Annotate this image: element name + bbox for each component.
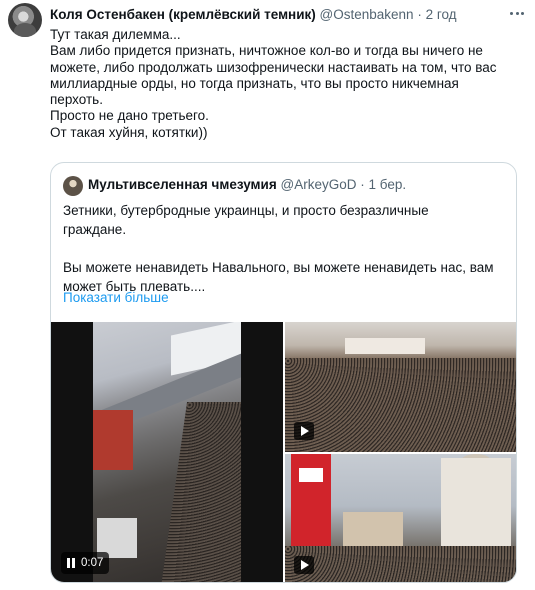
- author-avatar[interactable]: [8, 3, 42, 37]
- tweet[interactable]: Коля Остенбакен (кремлёвский темник) @Os…: [0, 0, 535, 590]
- video-thumbnail-3[interactable]: [285, 454, 516, 582]
- quoted-tweet-text: Зетники, бутербродные украинцы, и просто…: [63, 201, 503, 296]
- media-grid: 0:07: [51, 322, 516, 582]
- tweet-line: миллиардные орды, но тогда признать, что…: [50, 75, 459, 91]
- quoted-tweet-time[interactable]: 1 бер.: [369, 177, 407, 192]
- pause-icon[interactable]: [67, 558, 75, 568]
- show-more-link[interactable]: Показати більше: [63, 290, 169, 305]
- tweet-text: Тут такая дилемма... Вам либо придется п…: [50, 27, 520, 141]
- quoted-tweet-header: Мультивселенная чмезумия @ArkeyGoD · 1 б…: [88, 177, 406, 193]
- tweet-line: Вам либо придется признать, ничтожное ко…: [50, 43, 483, 59]
- quoted-line: граждане.: [63, 222, 127, 237]
- video-thumbnail-1[interactable]: 0:07: [51, 322, 283, 582]
- quoted-author-name[interactable]: Мультивселенная чмезумия: [88, 177, 277, 192]
- separator-dot: ·: [360, 177, 365, 192]
- quoted-line: Зетники, бутербродные украинцы, и просто…: [63, 203, 429, 218]
- video-thumbnail-2[interactable]: [285, 322, 516, 452]
- author-name[interactable]: Коля Остенбакен (кремлёвский темник): [50, 7, 316, 22]
- quoted-author-avatar[interactable]: [63, 176, 83, 196]
- tweet-line: перхоть.: [50, 92, 103, 108]
- quoted-tweet[interactable]: Мультивселенная чмезумия @ArkeyGoD · 1 б…: [50, 162, 517, 583]
- author-handle[interactable]: @Ostenbakenn: [320, 7, 414, 22]
- tweet-line: Тут такая дилемма...: [50, 27, 181, 42]
- quoted-line: Вы можете ненавидеть Навального, вы може…: [63, 260, 494, 275]
- tweet-line: От такая хуйня, котятки)): [50, 124, 208, 140]
- tweet-line: можете, либо продолжать шизофренически н…: [50, 59, 497, 75]
- tweet-line: Просто не дано третьего.: [50, 108, 209, 124]
- video-time: 0:07: [81, 557, 104, 569]
- video-controls[interactable]: 0:07: [61, 552, 110, 574]
- quoted-author-handle[interactable]: @ArkeyGoD: [280, 177, 356, 192]
- tweet-header: Коля Остенбакен (кремлёвский темник) @Os…: [50, 7, 457, 23]
- aerial-street-image: [93, 322, 241, 582]
- tweet-time[interactable]: 2 год: [426, 7, 457, 22]
- more-icon[interactable]: [507, 6, 527, 20]
- video-play-icon[interactable]: [294, 422, 314, 440]
- separator-dot: ·: [417, 7, 422, 22]
- video-play-icon[interactable]: [294, 556, 314, 574]
